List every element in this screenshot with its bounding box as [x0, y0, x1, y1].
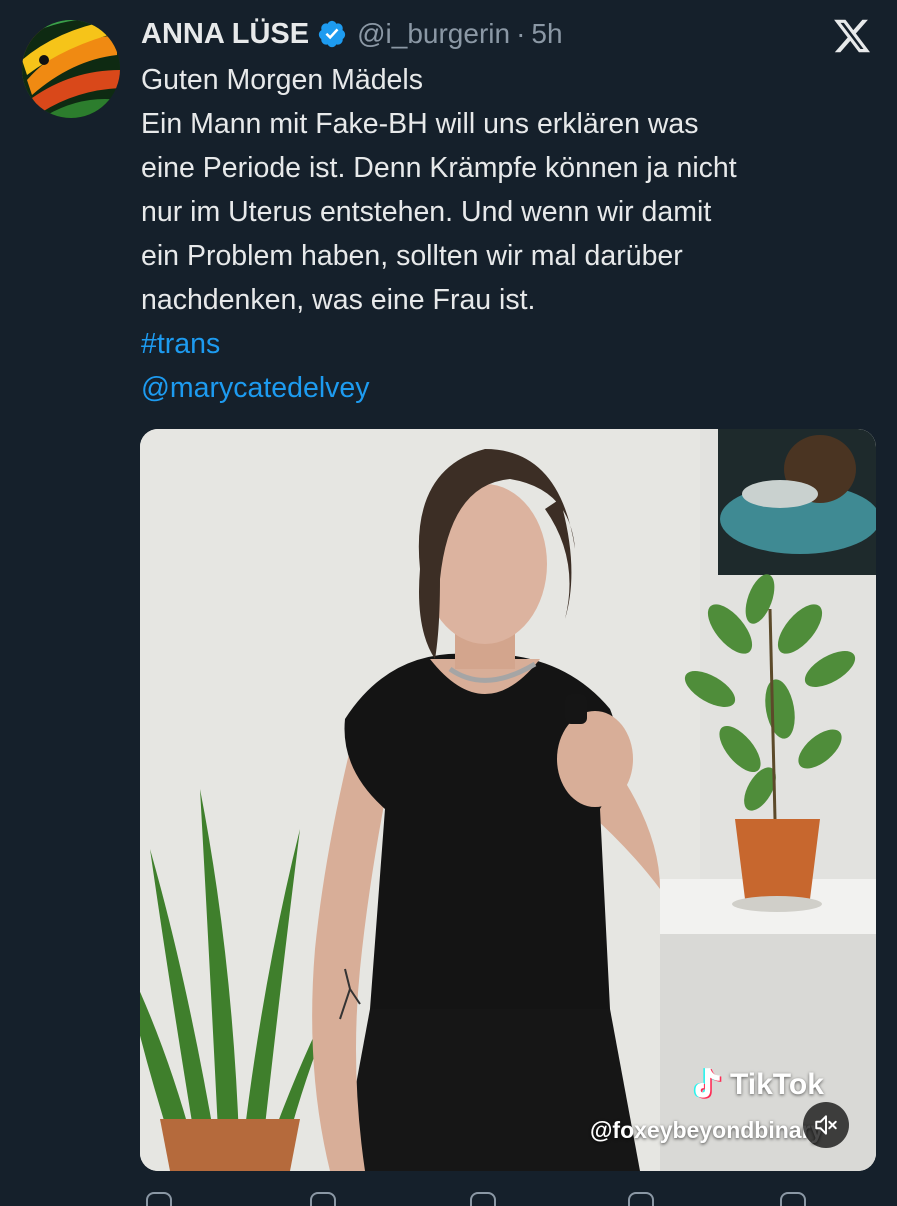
video-media[interactable]: TikTok @foxeybeyondbinary [140, 429, 876, 1171]
mention-link[interactable]: @marycatedelvey [141, 366, 881, 410]
verified-badge-icon [318, 20, 346, 48]
tweet-line: Ein Mann mit Fake-BH will uns erklären w… [141, 108, 699, 140]
tweet-line: nachdenken, was eine Frau ist. [141, 284, 536, 316]
tiktok-brand: TikTok [730, 1068, 824, 1101]
tweet-body: Guten Morgen Mädels Ein Mann mit Fake-BH… [141, 58, 881, 410]
video-frame [140, 429, 876, 1171]
tiktok-note-icon [693, 1068, 722, 1099]
x-logo-icon[interactable] [832, 16, 872, 56]
tweet-line: eine Periode ist. Denn Krämpfe können ja… [141, 152, 737, 184]
share-icon[interactable] [780, 1192, 806, 1206]
speaker-muted-icon [815, 1115, 837, 1135]
tweet-actions-bar [140, 1186, 876, 1206]
tweet-line: Guten Morgen Mädels [141, 64, 423, 96]
avatar-image [22, 20, 120, 118]
tiktok-watermark: TikTok [688, 1066, 824, 1104]
tweet-line: nur im Uterus entstehen. Und wenn wir da… [141, 196, 712, 228]
tweet-header: ANNA LÜSE @i_burgerin · 5h [141, 14, 563, 54]
reply-icon[interactable] [146, 1192, 172, 1206]
tweet-timestamp[interactable]: 5h [531, 18, 562, 50]
tweet-line: ein Problem haben, sollten wir mal darüb… [141, 240, 683, 272]
author-handle[interactable]: @i_burgerin [357, 18, 510, 50]
hashtag-link[interactable]: #trans [141, 322, 881, 366]
author-avatar[interactable] [22, 20, 120, 118]
views-icon[interactable] [628, 1192, 654, 1206]
like-icon[interactable] [470, 1192, 496, 1206]
tiktok-username: @foxeybeyondbinary [590, 1117, 824, 1143]
retweet-icon[interactable] [310, 1192, 336, 1206]
author-name[interactable]: ANNA LÜSE [141, 18, 309, 51]
separator: · [516, 18, 526, 49]
mute-button[interactable] [803, 1102, 849, 1148]
